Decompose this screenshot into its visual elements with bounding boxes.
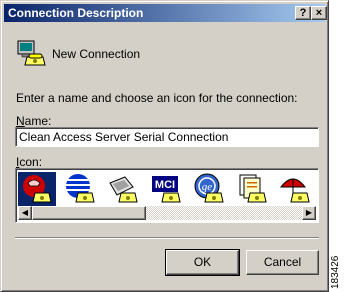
icon-option-phone[interactable] bbox=[104, 172, 142, 206]
icon-list-scrollbar[interactable]: ◀ ▶ bbox=[18, 206, 316, 220]
scroll-right-button[interactable]: ▶ bbox=[302, 206, 316, 220]
icon-option-ge[interactable]: ge bbox=[190, 172, 228, 206]
icon-option-umbrella[interactable] bbox=[276, 172, 314, 206]
icon-option-mci[interactable]: MCI bbox=[147, 172, 185, 206]
cancel-button[interactable]: Cancel bbox=[246, 250, 319, 275]
scroll-left-button[interactable]: ◀ bbox=[18, 206, 32, 220]
icon-list[interactable]: MCI ge ◀ ▶ bbox=[15, 168, 319, 223]
instructions-text: Enter a name and choose an icon for the … bbox=[16, 91, 298, 105]
ok-button[interactable]: OK bbox=[165, 249, 240, 276]
figure-number: 183426 bbox=[330, 255, 341, 289]
svg-text:MCI: MCI bbox=[155, 179, 175, 191]
icon-option-globe[interactable] bbox=[61, 172, 99, 206]
new-connection-label: New Connection bbox=[52, 47, 141, 61]
icon-label: Icon: bbox=[16, 155, 42, 169]
help-button[interactable]: ? bbox=[295, 6, 311, 20]
icon-option-documents[interactable] bbox=[233, 172, 271, 206]
title-bar[interactable]: Connection Description ? × bbox=[4, 4, 327, 22]
name-label: Name: bbox=[16, 114, 51, 128]
separator bbox=[15, 237, 319, 239]
scrollbar-thumb[interactable] bbox=[32, 206, 146, 220]
icon-label-text: con: bbox=[19, 155, 43, 169]
close-button[interactable]: × bbox=[311, 6, 327, 20]
new-connection-phone-icon bbox=[15, 37, 47, 69]
dialog-title: Connection Description bbox=[8, 6, 144, 20]
svg-text:ge: ge bbox=[202, 181, 213, 193]
connection-name-input[interactable]: Clean Access Server Serial Connection bbox=[15, 127, 319, 147]
connection-description-dialog: Connection Description ? × New Connectio… bbox=[0, 0, 329, 292]
name-label-text: ame: bbox=[24, 114, 52, 128]
icon-option-red-phone[interactable] bbox=[18, 172, 56, 206]
name-label-mnemonic: N bbox=[16, 114, 25, 128]
